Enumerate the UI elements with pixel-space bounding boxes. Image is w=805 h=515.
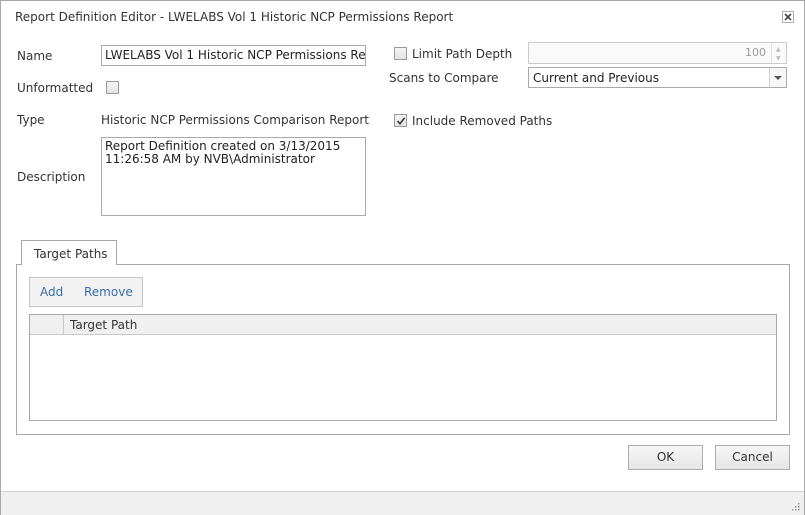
- limit-path-depth-label: Limit Path Depth: [412, 47, 513, 61]
- grid-select-column-header[interactable]: [30, 315, 64, 334]
- spin-up-icon[interactable]: ▲: [776, 46, 781, 53]
- name-label: Name: [17, 49, 53, 63]
- resize-grip-icon[interactable]: [791, 502, 800, 511]
- add-button[interactable]: Add: [40, 285, 63, 299]
- remove-button[interactable]: Remove: [84, 285, 133, 299]
- spin-down-icon[interactable]: ▼: [776, 55, 781, 62]
- unformatted-label: Unformatted: [17, 81, 94, 95]
- limit-path-depth-checkbox[interactable]: [394, 47, 407, 60]
- depth-spinner[interactable]: ▲ ▼: [771, 43, 786, 63]
- tab-target-paths[interactable]: Target Paths: [21, 240, 117, 265]
- chevron-down-icon[interactable]: [769, 68, 786, 87]
- scans-to-compare-value: Current and Previous: [533, 71, 659, 85]
- include-removed-paths-checkbox[interactable]: [394, 114, 407, 127]
- type-label: Type: [17, 113, 45, 127]
- target-path-column-header[interactable]: Target Path: [70, 318, 137, 332]
- window-title: Report Definition Editor - LWELABS Vol 1…: [15, 10, 454, 24]
- target-paths-toolbar: Add Remove: [29, 277, 143, 307]
- unformatted-checkbox[interactable]: [106, 81, 119, 94]
- status-bar: [1, 491, 804, 515]
- type-value: Historic NCP Permissions Comparison Repo…: [101, 113, 369, 127]
- name-input[interactable]: LWELABS Vol 1 Historic NCP Permissions R…: [101, 45, 366, 66]
- report-definition-editor-dialog: Report Definition Editor - LWELABS Vol 1…: [0, 0, 805, 515]
- limit-path-depth-input[interactable]: 100 ▲ ▼: [528, 42, 787, 64]
- description-textarea[interactable]: Report Definition created on 3/13/2015 1…: [101, 137, 366, 216]
- scans-to-compare-select[interactable]: Current and Previous: [528, 67, 787, 88]
- ok-button[interactable]: OK: [628, 445, 703, 470]
- tab-target-paths-label: Target Paths: [34, 247, 108, 261]
- scans-to-compare-label: Scans to Compare: [389, 71, 499, 85]
- cancel-button[interactable]: Cancel: [715, 445, 790, 470]
- limit-path-depth-value: 100: [745, 46, 766, 59]
- description-label: Description: [17, 170, 86, 184]
- checkmark-icon: [396, 117, 406, 126]
- grid-header: Target Path: [30, 315, 776, 335]
- include-removed-paths-label: Include Removed Paths: [412, 114, 553, 128]
- target-paths-grid[interactable]: Target Path: [29, 314, 777, 421]
- close-icon[interactable]: [780, 9, 796, 25]
- title-bar[interactable]: Report Definition Editor - LWELABS Vol 1…: [1, 1, 804, 32]
